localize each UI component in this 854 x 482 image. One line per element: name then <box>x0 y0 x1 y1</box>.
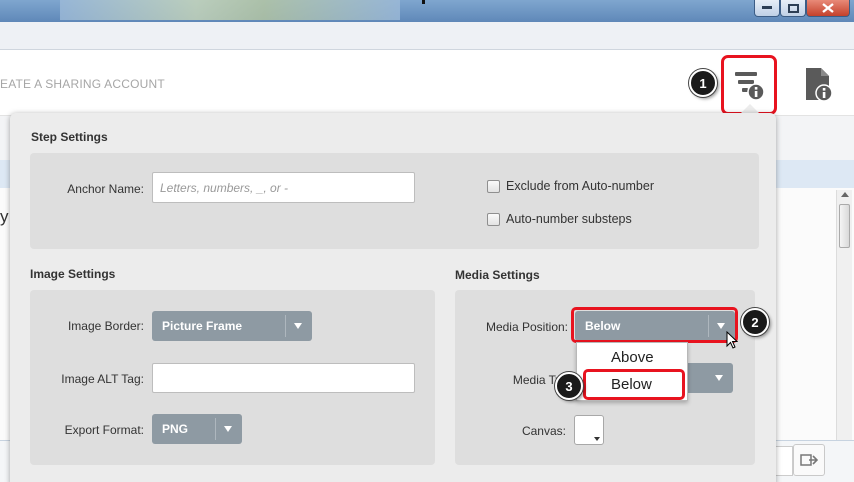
maximize-button[interactable] <box>780 0 806 17</box>
exclude-auto-number-label: Exclude from Auto-number <box>506 179 654 193</box>
popup-pointer <box>741 104 759 113</box>
canvas-label: Canvas: <box>521 424 566 438</box>
chevron-down-icon <box>594 437 600 441</box>
media-settings-title: Media Settings <box>455 268 540 282</box>
media-type-label: Media Typ <box>512 373 568 387</box>
send-button[interactable] <box>793 444 825 476</box>
image-border-select[interactable]: Picture Frame <box>152 311 312 341</box>
window-titlebar <box>0 0 854 22</box>
image-border-label: Image Border: <box>67 319 144 333</box>
create-sharing-account-link[interactable]: EATE A SHARING ACCOUNT <box>0 77 165 91</box>
anchor-name-input[interactable] <box>152 172 415 203</box>
auto-number-substeps-checkbox[interactable] <box>487 212 500 226</box>
step-settings-icon <box>735 72 765 101</box>
image-settings-title: Image Settings <box>30 267 116 281</box>
scrollbar-thumb[interactable] <box>839 204 850 248</box>
bottom-input[interactable] <box>775 446 793 476</box>
select-divider <box>215 418 216 440</box>
exclude-auto-number-row[interactable]: Exclude from Auto-number <box>487 179 654 193</box>
canvas-color-swatch[interactable] <box>574 415 604 445</box>
image-alt-tag-input[interactable] <box>152 363 415 393</box>
select-divider <box>285 315 286 337</box>
option-below-highlight <box>583 369 685 400</box>
minimize-icon <box>762 6 772 9</box>
image-settings-panel: Image Border: Picture Frame Image ALT Ta… <box>30 290 435 465</box>
send-arrow-icon <box>800 454 818 466</box>
mouse-cursor-icon <box>726 331 738 349</box>
auto-number-substeps-label: Auto-number substeps <box>506 212 632 226</box>
step-settings-popup: Step Settings Anchor Name: Exclude from … <box>10 113 776 482</box>
export-format-value: PNG <box>162 422 189 436</box>
image-alt-tag-label: Image ALT Tag: <box>61 372 144 386</box>
close-button[interactable] <box>806 0 850 17</box>
media-position-highlight <box>571 307 738 343</box>
callout-3: 3 <box>555 372 583 400</box>
auto-number-substeps-row[interactable]: Auto-number substeps <box>487 212 632 226</box>
anchor-name-label: Anchor Name: <box>67 182 144 196</box>
document-info-icon <box>806 68 833 102</box>
maximize-icon <box>787 3 799 13</box>
image-border-value: Picture Frame <box>162 319 243 333</box>
scroll-up-arrow[interactable] <box>841 192 849 197</box>
callout-2: 2 <box>741 308 769 336</box>
app-toolbar-strip <box>0 22 854 50</box>
exclude-auto-number-checkbox[interactable] <box>487 179 500 193</box>
media-position-label: Media Position: <box>485 320 568 334</box>
close-icon <box>822 3 834 13</box>
export-format-label: Export Format: <box>64 423 144 437</box>
step-settings-title: Step Settings <box>31 130 108 144</box>
chevron-down-icon <box>294 323 302 329</box>
titlebar-background-image <box>60 0 400 20</box>
document-info-button[interactable] <box>803 66 835 104</box>
vertical-scrollbar[interactable] <box>836 190 852 440</box>
minimize-button[interactable] <box>754 0 780 17</box>
chevron-down-icon <box>715 375 723 381</box>
export-format-select[interactable]: PNG <box>152 414 242 444</box>
callout-1: 1 <box>689 69 717 97</box>
step-settings-panel: Anchor Name: Exclude from Auto-number Au… <box>30 153 759 249</box>
titlebar-mark <box>422 0 425 4</box>
background-text-fragment: y <box>0 207 9 226</box>
option-above[interactable]: Above <box>611 349 654 366</box>
chevron-down-icon <box>224 426 232 432</box>
